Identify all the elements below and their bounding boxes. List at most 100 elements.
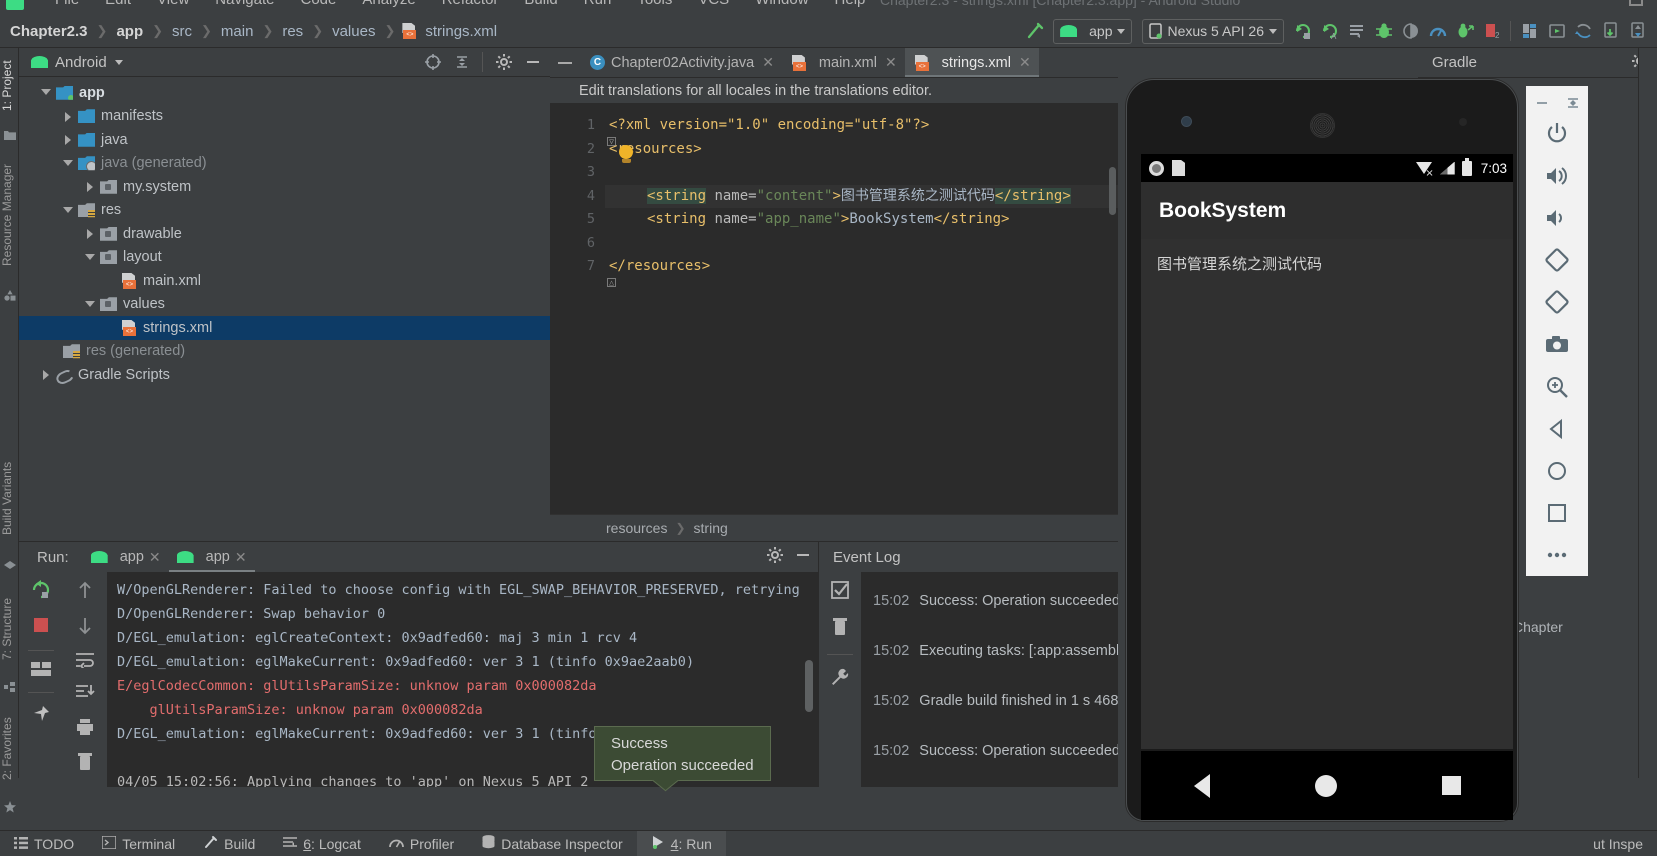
menu-item-window[interactable]: Window	[755, 0, 808, 8]
collapse-icon[interactable]	[1565, 95, 1581, 111]
delete-icon[interactable]	[831, 617, 849, 642]
pin-icon[interactable]	[31, 704, 51, 729]
code-area[interactable]: 1 2 3 4 5 6 7 ▽ △ <?xml version="1.0" en…	[550, 105, 1118, 514]
menu-item-file[interactable]: File	[55, 0, 79, 8]
gear-icon[interactable]	[766, 546, 784, 569]
mark-read-icon[interactable]	[830, 580, 850, 605]
intention-bulb-icon[interactable]	[619, 145, 634, 163]
event-log-entry[interactable]: 15:02 Success: Operation succeeded	[861, 576, 1118, 626]
tool-window-favorites[interactable]: 2: Favorites	[0, 704, 19, 794]
back-icon[interactable]	[1193, 773, 1210, 798]
status-bar-database-inspector[interactable]: Database Inspector	[468, 831, 636, 856]
event-log-entry[interactable]: 15:02 Executing tasks: [:app:assemble	[861, 626, 1118, 676]
chevron-right-icon[interactable]	[85, 228, 96, 240]
chevron-right-icon[interactable]	[63, 134, 74, 146]
menu-item-help[interactable]: Help	[835, 0, 866, 8]
menu-item-edit[interactable]: Edit	[105, 0, 131, 8]
editor-tab-strings-xml[interactable]: strings.xml ✕	[904, 48, 1039, 77]
close-icon[interactable]: ✕	[1019, 54, 1031, 71]
print-icon[interactable]	[75, 718, 95, 741]
fold-expand-icon[interactable]: △	[607, 278, 616, 287]
tree-node-main-xml[interactable]: main.xml	[19, 269, 550, 293]
menu-item-build[interactable]: Build	[524, 0, 557, 8]
restart-activity-icon[interactable]	[1343, 17, 1370, 45]
chevron-right-icon[interactable]	[41, 369, 52, 381]
build-hammer-icon[interactable]	[1021, 17, 1048, 45]
event-log-entry[interactable]: 15:02 Success: Operation succeeded	[861, 726, 1118, 776]
debug-icon[interactable]	[1370, 17, 1397, 45]
chevron-right-icon[interactable]	[85, 181, 96, 193]
editor-tab-main-xml[interactable]: main.xml ✕	[782, 48, 905, 77]
gear-icon[interactable]	[490, 48, 517, 76]
scroll-up-icon[interactable]	[76, 580, 94, 605]
scroll-to-end-icon[interactable]	[75, 684, 95, 707]
rotate-right-icon[interactable]	[1535, 281, 1579, 323]
tree-node-res[interactable]: res	[19, 199, 550, 223]
scroll-down-icon[interactable]	[76, 616, 94, 641]
breadcrumb-project[interactable]: Chapter2.3	[8, 23, 90, 40]
layout-icon[interactable]	[31, 662, 51, 681]
tree-node-strings-xml[interactable]: strings.xml	[19, 316, 550, 340]
layout-inspector-icon[interactable]	[1624, 17, 1651, 45]
tree-node-layout[interactable]: layout	[19, 246, 550, 270]
breadcrumb-src[interactable]: src	[170, 23, 194, 40]
rerun-icon[interactable]	[31, 580, 51, 605]
tree-node-java-generated[interactable]: java (generated)	[19, 152, 550, 176]
tool-window-resource-manager[interactable]: Resource Manager	[0, 152, 19, 278]
chevron-down-icon[interactable]	[114, 59, 123, 65]
chevron-down-icon[interactable]	[85, 299, 96, 310]
breadcrumb-main[interactable]: main	[219, 23, 256, 40]
tree-node-my-system[interactable]: my.system	[19, 175, 550, 199]
breadcrumb-values[interactable]: values	[330, 23, 377, 40]
close-icon[interactable]: ✕	[149, 549, 161, 566]
home-icon[interactable]	[1535, 450, 1579, 492]
menu-item-navigate[interactable]: Navigate	[215, 0, 274, 8]
run-configuration-selector[interactable]: app	[1053, 18, 1133, 44]
back-icon[interactable]	[1535, 408, 1579, 450]
status-bar-todo[interactable]: TODO	[0, 831, 88, 856]
status-bar-run[interactable]: 4: Run	[636, 830, 726, 856]
status-bar-logcat[interactable]: 6: Logcat	[269, 831, 375, 856]
menu-item-view[interactable]: View	[157, 0, 189, 8]
menu-item-run[interactable]: Run	[584, 0, 612, 8]
status-bar-build[interactable]: Build	[189, 831, 269, 856]
soft-wrap-icon[interactable]	[75, 652, 95, 673]
tree-node-values[interactable]: values	[19, 293, 550, 317]
device-file-explorer-icon[interactable]	[1597, 17, 1624, 45]
tool-window-structure[interactable]: 7: Structure	[0, 584, 19, 674]
tree-node-drawable[interactable]: drawable	[19, 222, 550, 246]
clear-all-icon[interactable]	[76, 752, 94, 777]
minimize-icon[interactable]	[1534, 95, 1550, 111]
collapse-all-icon[interactable]	[448, 48, 475, 76]
emulator-screen[interactable]: 7:03 BookSystem 图书管理系统之测试代码	[1141, 154, 1513, 749]
close-icon[interactable]: ✕	[235, 549, 247, 566]
tree-node-gradle-scripts[interactable]: Gradle Scripts	[19, 363, 550, 387]
translations-editor-notification[interactable]: Edit translations for all locales in the…	[550, 78, 1118, 104]
breadcrumb-app[interactable]: app	[114, 23, 145, 40]
project-tree[interactable]: app manifests java java (generated) my.s	[19, 77, 550, 387]
event-log-entry[interactable]: 15:02 Gradle build finished in 1 s 468	[861, 676, 1118, 726]
event-log-list[interactable]: 15:02 Success: Operation succeeded 15:02…	[861, 572, 1118, 787]
console-scrollbar[interactable]	[805, 660, 813, 712]
chevron-down-icon[interactable]	[63, 205, 74, 216]
volume-up-icon[interactable]	[1535, 155, 1579, 197]
overview-icon[interactable]	[1441, 776, 1461, 795]
sync-gradle-icon[interactable]	[1570, 17, 1597, 45]
run-tab-app-2[interactable]: app ✕	[168, 542, 255, 572]
editor-scrollbar[interactable]	[1109, 167, 1116, 215]
hide-editor-button[interactable]	[550, 48, 580, 77]
status-bar-profiler[interactable]: Profiler	[375, 831, 468, 856]
settings-wrench-icon[interactable]	[830, 667, 850, 692]
stop-icon[interactable]: 2	[1478, 17, 1505, 45]
tree-node-res-generated[interactable]: res (generated)	[19, 340, 550, 364]
volume-down-icon[interactable]	[1535, 197, 1579, 239]
profile-icon[interactable]	[1424, 17, 1451, 45]
menu-item-tools[interactable]: Tools	[637, 0, 672, 8]
app-content-area[interactable]: 图书管理系统之测试代码	[1141, 239, 1513, 749]
device-selector[interactable]: Nexus 5 API 26	[1142, 18, 1284, 44]
rotate-left-icon[interactable]	[1535, 239, 1579, 281]
maximize-button[interactable]	[1629, 0, 1643, 6]
attach-debugger-icon[interactable]	[1397, 17, 1424, 45]
run-icon[interactable]	[1289, 17, 1316, 45]
menu-item-vcs[interactable]: VCS	[698, 0, 729, 8]
